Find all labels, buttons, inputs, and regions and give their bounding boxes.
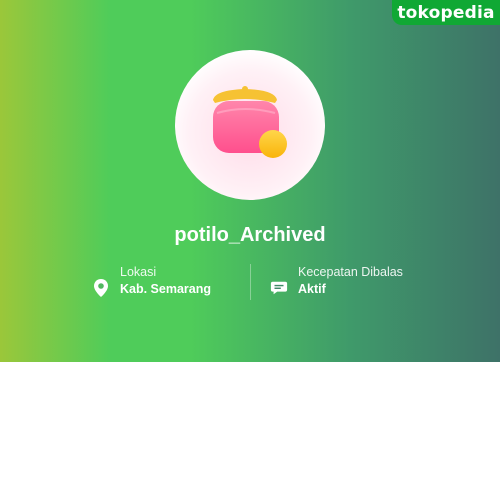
shop-location: Lokasi Kab. Semarang — [92, 264, 211, 298]
response-speed-value: Aktif — [298, 282, 326, 296]
purse-icon — [213, 86, 287, 158]
shop-response-speed: Kecepatan Dibalas Aktif — [270, 264, 403, 298]
location-pin-icon — [94, 279, 108, 297]
tokopedia-logo[interactable]: tokopedia — [392, 0, 500, 25]
response-speed-label: Kecepatan Dibalas — [298, 265, 403, 279]
location-value: Kab. Semarang — [120, 282, 212, 296]
chat-bubble-icon — [270, 281, 288, 295]
shop-avatar — [175, 50, 325, 200]
shop-name: potilo_Archived — [174, 224, 326, 246]
info-divider — [250, 264, 251, 300]
location-label: Lokasi — [120, 265, 157, 279]
